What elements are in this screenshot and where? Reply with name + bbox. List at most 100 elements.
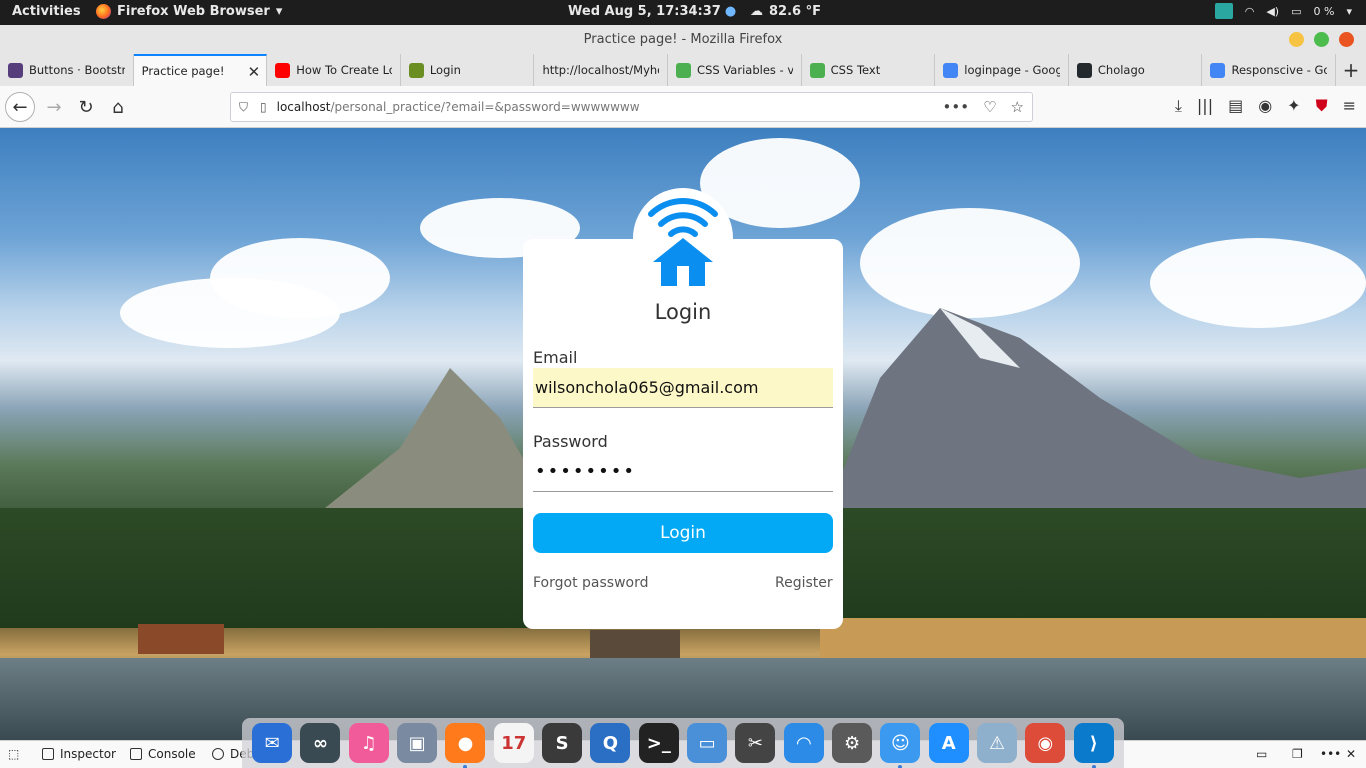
- browser-tab[interactable]: CSS Text: [802, 54, 936, 86]
- vscode-icon[interactable]: ⟩: [1073, 723, 1114, 768]
- separate-window-button[interactable]: ❐: [1292, 747, 1303, 761]
- w3schools-icon: [676, 62, 692, 78]
- files-icon[interactable]: ▭: [687, 723, 728, 763]
- search-app-icon[interactable]: Q: [590, 723, 631, 763]
- close-tab-icon[interactable]: ✕: [248, 63, 261, 81]
- page-actions-icon[interactable]: •••: [943, 98, 970, 116]
- browser-tab[interactable]: Responscive - Goo: [1202, 54, 1337, 86]
- firefox-icon[interactable]: ●: [445, 723, 486, 768]
- thunderbird-icon[interactable]: ✉: [252, 723, 293, 763]
- pick-element-icon: ⬚: [8, 747, 20, 761]
- app-indicator-icon[interactable]: [1214, 3, 1233, 19]
- weather-icon: ☁: [750, 4, 763, 19]
- home-icon: ⌂: [112, 96, 124, 118]
- pocket-icon[interactable]: ♡: [983, 98, 996, 116]
- email-label: Email: [533, 348, 578, 367]
- app-menu-label: Firefox Web Browser: [117, 4, 270, 19]
- w3schools-icon: [809, 62, 825, 78]
- calendar-icon[interactable]: 17: [493, 723, 534, 763]
- minimize-button[interactable]: [1289, 32, 1304, 47]
- maximize-button[interactable]: [1314, 32, 1329, 47]
- forgot-password-link[interactable]: Forgot password: [533, 575, 649, 591]
- tab-label: CSS Text: [830, 63, 881, 77]
- window-icon: ❐: [1292, 747, 1303, 761]
- browser-tab[interactable]: How To Create Lo: [267, 54, 401, 86]
- ublock-icon[interactable]: ⛊: [1316, 96, 1328, 116]
- sidebar-icon[interactable]: ▤: [1228, 96, 1243, 116]
- dock-side-button[interactable]: ▭: [1256, 747, 1267, 761]
- forward-button[interactable]: →: [40, 93, 68, 121]
- screenshot-icon[interactable]: ✂: [735, 723, 776, 763]
- settings-icon[interactable]: ⚙: [832, 723, 873, 763]
- hamburger-menu-icon[interactable]: ≡: [1343, 96, 1356, 116]
- tab-label: http://localhost/Myho: [542, 63, 660, 77]
- toolbar-actions: ⤓ ||| ▤ ◉ ✦ ⛊ ≡: [1175, 96, 1356, 116]
- sublime-text-icon[interactable]: S: [542, 723, 583, 763]
- back-button[interactable]: ←: [5, 92, 35, 122]
- wifi-icon: ◠: [1244, 4, 1255, 18]
- tab-strip: Buttons · Bootstra Practice page! ✕ How To …: [0, 54, 1366, 86]
- system-tray[interactable]: ◠ ◀) ▭ 0 % ▾: [1214, 3, 1352, 19]
- network-icon[interactable]: ◠: [783, 723, 824, 763]
- tab-label: Cholago: [1097, 63, 1145, 77]
- login-button[interactable]: Login: [533, 513, 833, 553]
- address-bar[interactable]: ⛉ ▯ localhost/personal_practice/?email=&…: [230, 92, 1033, 122]
- register-link[interactable]: Register: [775, 575, 833, 591]
- app-menu[interactable]: Firefox Web Browser ▾: [96, 4, 282, 19]
- account-icon[interactable]: ◉: [1258, 96, 1272, 116]
- email-field[interactable]: [533, 368, 833, 408]
- browser-tab[interactable]: loginpage - Googl: [935, 54, 1069, 86]
- image-viewer-icon[interactable]: ▣: [397, 723, 438, 763]
- shield-icon[interactable]: ⛉: [239, 100, 248, 115]
- arduino-icon[interactable]: ∞: [300, 723, 341, 763]
- clock[interactable]: Wed Aug 5, 17:34:37 ●: [568, 4, 736, 19]
- google-icon: [1210, 62, 1226, 78]
- tab-inspector-label: Inspector: [60, 747, 116, 761]
- devtools-menu-button[interactable]: •••: [1320, 747, 1341, 761]
- close-devtools-button[interactable]: ✕: [1346, 747, 1356, 761]
- app-store-icon[interactable]: A: [928, 723, 969, 763]
- page-info-icon[interactable]: ▯: [260, 100, 267, 114]
- dock: ✉ ∞ ♫ ▣ ● 17 S Q >_ ▭ ✂ ◠ ⚙ ☺ A ⚠ ◉ ⟩: [242, 718, 1124, 768]
- tab-inspector[interactable]: Inspector: [42, 747, 116, 761]
- extension-icon[interactable]: ✦: [1287, 96, 1300, 116]
- library-icon[interactable]: |||: [1197, 96, 1213, 116]
- password-field[interactable]: ••••••••: [533, 452, 833, 492]
- new-tab-button[interactable]: +: [1336, 54, 1366, 86]
- reload-button[interactable]: ↻: [72, 93, 100, 121]
- terminal-icon[interactable]: >_: [638, 723, 679, 763]
- browser-tab[interactable]: Login: [401, 54, 535, 86]
- browser-tab[interactable]: Buttons · Bootstra: [0, 54, 134, 86]
- download-icon[interactable]: ⤓: [1175, 96, 1182, 116]
- browser-tab[interactable]: CSS Variables - var: [668, 54, 802, 86]
- firefox-icon: [96, 4, 111, 19]
- weather-label: 82.6 °F: [769, 4, 821, 19]
- home-button[interactable]: ⌂: [104, 93, 132, 121]
- music-icon[interactable]: ♫: [348, 723, 389, 763]
- browser-tab[interactable]: Cholago: [1069, 54, 1203, 86]
- bookmark-star-icon[interactable]: ☆: [1011, 98, 1024, 116]
- tab-label: loginpage - Googl: [964, 63, 1060, 77]
- cabin: [138, 624, 224, 654]
- browser-tab[interactable]: Practice page! ✕: [133, 54, 268, 86]
- finder-icon[interactable]: ☺: [880, 723, 921, 768]
- url-actions: ••• ♡ ☆: [943, 98, 1024, 116]
- tab-label: How To Create Lo: [296, 63, 392, 77]
- activities-button[interactable]: Activities: [12, 4, 81, 19]
- chrome-icon[interactable]: ◉: [1025, 723, 1066, 763]
- arrow-right-icon: →: [46, 96, 62, 118]
- weather-indicator[interactable]: ☁ 82.6 °F: [750, 4, 821, 19]
- close-window-button[interactable]: [1339, 32, 1354, 47]
- tab-label: CSS Variables - var: [697, 63, 793, 77]
- inspector-icon: [42, 748, 54, 760]
- youtube-icon: [275, 62, 291, 78]
- cloud-shape: [860, 208, 1080, 318]
- update-warning-icon[interactable]: ⚠: [977, 723, 1018, 763]
- cloud-shape: [210, 238, 390, 318]
- tab-console-label: Console: [148, 747, 196, 761]
- tab-console[interactable]: Console: [130, 747, 196, 761]
- element-picker-button[interactable]: ⬚: [8, 747, 19, 761]
- window-title: Practice page! - Mozilla Firefox: [583, 32, 783, 47]
- browser-tab[interactable]: http://localhost/Myho: [534, 54, 669, 86]
- wifi-home-icon: [648, 198, 718, 286]
